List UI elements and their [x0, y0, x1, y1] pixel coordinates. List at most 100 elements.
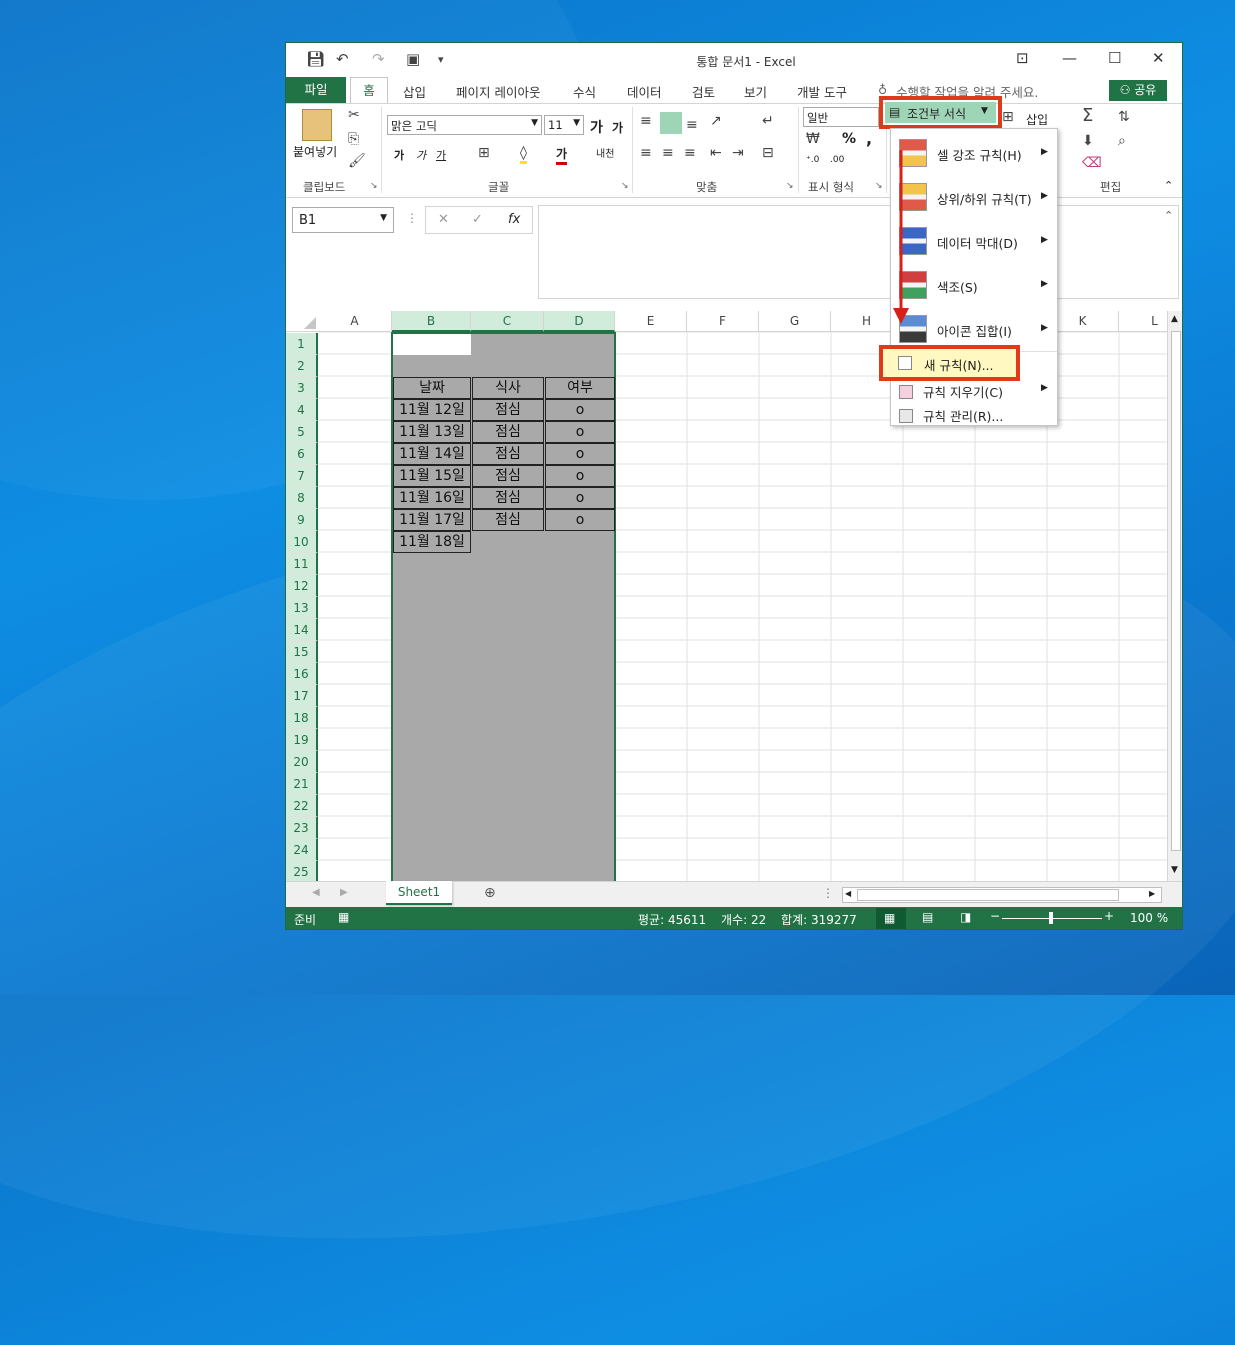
- add-sheet-icon[interactable]: ⊕: [484, 885, 496, 901]
- save-icon[interactable]: 💾︎: [306, 50, 325, 68]
- format-painter-icon[interactable]: 🖌︎: [348, 153, 366, 169]
- row-header[interactable]: 15: [286, 641, 318, 663]
- enter-icon[interactable]: ✓: [472, 212, 483, 227]
- tab-insert[interactable]: 삽입: [403, 82, 426, 101]
- table-cell[interactable]: 여부: [545, 377, 615, 399]
- customize-qat-icon[interactable]: ▾: [438, 53, 444, 66]
- table-cell[interactable]: 점심: [472, 487, 544, 509]
- orientation-icon[interactable]: ↗: [710, 113, 722, 129]
- column-header[interactable]: D: [544, 311, 615, 332]
- select-all-button[interactable]: [286, 311, 318, 332]
- name-box[interactable]: B1 ▼: [292, 207, 394, 233]
- row-header[interactable]: 12: [286, 575, 318, 597]
- row-header[interactable]: 23: [286, 817, 318, 839]
- column-header[interactable]: B: [392, 311, 471, 332]
- row-header[interactable]: 16: [286, 663, 318, 685]
- redo-icon[interactable]: ↷: [372, 50, 385, 68]
- normal-view-button[interactable]: ▦: [876, 908, 906, 929]
- zoom-slider-thumb[interactable]: [1049, 912, 1053, 924]
- cut-icon[interactable]: ✂: [348, 107, 360, 123]
- close-icon[interactable]: ✕: [1152, 49, 1165, 67]
- tell-me-icon[interactable]: ♁: [878, 82, 887, 97]
- row-header[interactable]: 9: [286, 509, 318, 531]
- increase-decimal-icon[interactable]: ⁺.0: [806, 155, 819, 165]
- tab-formulas[interactable]: 수식: [573, 82, 596, 101]
- prev-sheet-icon[interactable]: ◀: [312, 887, 320, 898]
- formula-input[interactable]: [538, 205, 1179, 299]
- table-cell[interactable]: 11월 17일: [393, 509, 471, 531]
- collapse-ribbon-icon[interactable]: ⌃: [1164, 179, 1173, 192]
- table-cell[interactable]: 점심: [472, 399, 544, 421]
- table-cell[interactable]: 11월 13일: [393, 421, 471, 443]
- wrap-text-icon[interactable]: ↵: [762, 113, 774, 129]
- table-cell[interactable]: [472, 531, 544, 553]
- menu-item[interactable]: 아이콘 집합(I): [937, 321, 1012, 340]
- table-cell[interactable]: o: [545, 443, 615, 465]
- copy-icon[interactable]: ⎘: [348, 131, 359, 147]
- row-header[interactable]: 17: [286, 685, 318, 707]
- alignment-launcher-icon[interactable]: ↘: [786, 181, 794, 191]
- table-cell[interactable]: o: [545, 399, 615, 421]
- maximize-icon[interactable]: ☐: [1108, 49, 1121, 67]
- table-cell[interactable]: o: [545, 465, 615, 487]
- row-header[interactable]: 11: [286, 553, 318, 575]
- vertical-scroll-thumb[interactable]: [1171, 331, 1181, 851]
- align-left-icon[interactable]: ≡: [640, 145, 652, 161]
- undo-icon[interactable]: ↶: [336, 50, 349, 68]
- row-header[interactable]: 18: [286, 707, 318, 729]
- merge-center-icon[interactable]: ⊟: [762, 145, 774, 161]
- shrink-font-button[interactable]: 가: [612, 119, 623, 136]
- conditional-formatting-button[interactable]: ▤ 조건부 서식 ▼: [885, 102, 996, 123]
- row-header[interactable]: 24: [286, 839, 318, 861]
- phonetic-button[interactable]: 내천: [596, 145, 614, 160]
- row-header[interactable]: 22: [286, 795, 318, 817]
- tab-file[interactable]: 파일: [286, 77, 346, 103]
- sheet-tab-sheet1[interactable]: Sheet1: [386, 881, 452, 905]
- table-cell[interactable]: [545, 531, 615, 553]
- row-header[interactable]: 7: [286, 465, 318, 487]
- scroll-up-icon[interactable]: ▲: [1171, 314, 1178, 324]
- row-header[interactable]: 14: [286, 619, 318, 641]
- table-cell[interactable]: o: [545, 509, 615, 531]
- next-sheet-icon[interactable]: ▶: [340, 887, 348, 898]
- table-cell[interactable]: 점심: [472, 443, 544, 465]
- menu-item[interactable]: 셀 강조 규칙(H): [937, 145, 1022, 164]
- tab-developer[interactable]: 개발 도구: [797, 82, 847, 101]
- table-cell[interactable]: 11월 12일: [393, 399, 471, 421]
- row-header[interactable]: 20: [286, 751, 318, 773]
- new-rule-highlight[interactable]: 새 규칙(N)...: [879, 345, 1020, 381]
- tab-home[interactable]: 홈: [350, 77, 388, 104]
- page-break-view-icon[interactable]: ◨: [960, 910, 971, 924]
- menu-item[interactable]: 색조(S): [937, 277, 978, 296]
- table-cell[interactable]: 11월 18일: [393, 531, 471, 553]
- more-icon[interactable]: ⋮: [406, 211, 418, 225]
- fill-icon[interactable]: ⬇: [1082, 133, 1094, 149]
- row-header[interactable]: 5: [286, 421, 318, 443]
- tab-data[interactable]: 데이터: [627, 82, 662, 101]
- table-cell[interactable]: o: [545, 421, 615, 443]
- decrease-decimal-icon[interactable]: .00: [830, 155, 844, 165]
- zoom-in-icon[interactable]: +: [1104, 909, 1114, 923]
- row-header[interactable]: 4: [286, 399, 318, 421]
- menu-item[interactable]: 데이터 막대(D): [937, 233, 1018, 252]
- font-name-combo[interactable]: 맑은 고딕 ▼: [387, 115, 542, 135]
- fill-color-icon[interactable]: ◊: [520, 145, 527, 164]
- ribbon-display-icon[interactable]: ⊡: [1016, 49, 1029, 67]
- autosum-button[interactable]: Σ: [1082, 105, 1093, 126]
- table-cell[interactable]: o: [545, 487, 615, 509]
- align-bottom-icon[interactable]: ≡: [686, 117, 698, 133]
- decrease-indent-icon[interactable]: ⇤: [710, 145, 722, 161]
- row-header[interactable]: 25: [286, 861, 318, 881]
- percent-button[interactable]: %: [842, 131, 856, 147]
- row-header[interactable]: 10: [286, 531, 318, 553]
- tab-page-layout[interactable]: 페이지 레이아웃: [456, 82, 540, 101]
- column-header[interactable]: F: [687, 311, 759, 332]
- align-center-icon[interactable]: ≡: [662, 145, 674, 161]
- horizontal-scrollbar[interactable]: ◀ ▶: [842, 887, 1162, 903]
- menu-item[interactable]: 상위/하위 규칙(T): [937, 189, 1032, 208]
- row-header[interactable]: 19: [286, 729, 318, 751]
- align-middle-icon[interactable]: [660, 112, 682, 134]
- find-select-icon[interactable]: ⌕: [1118, 133, 1126, 149]
- zoom-level[interactable]: 100 %: [1130, 911, 1168, 925]
- sort-filter-icon[interactable]: ⇅: [1118, 109, 1130, 125]
